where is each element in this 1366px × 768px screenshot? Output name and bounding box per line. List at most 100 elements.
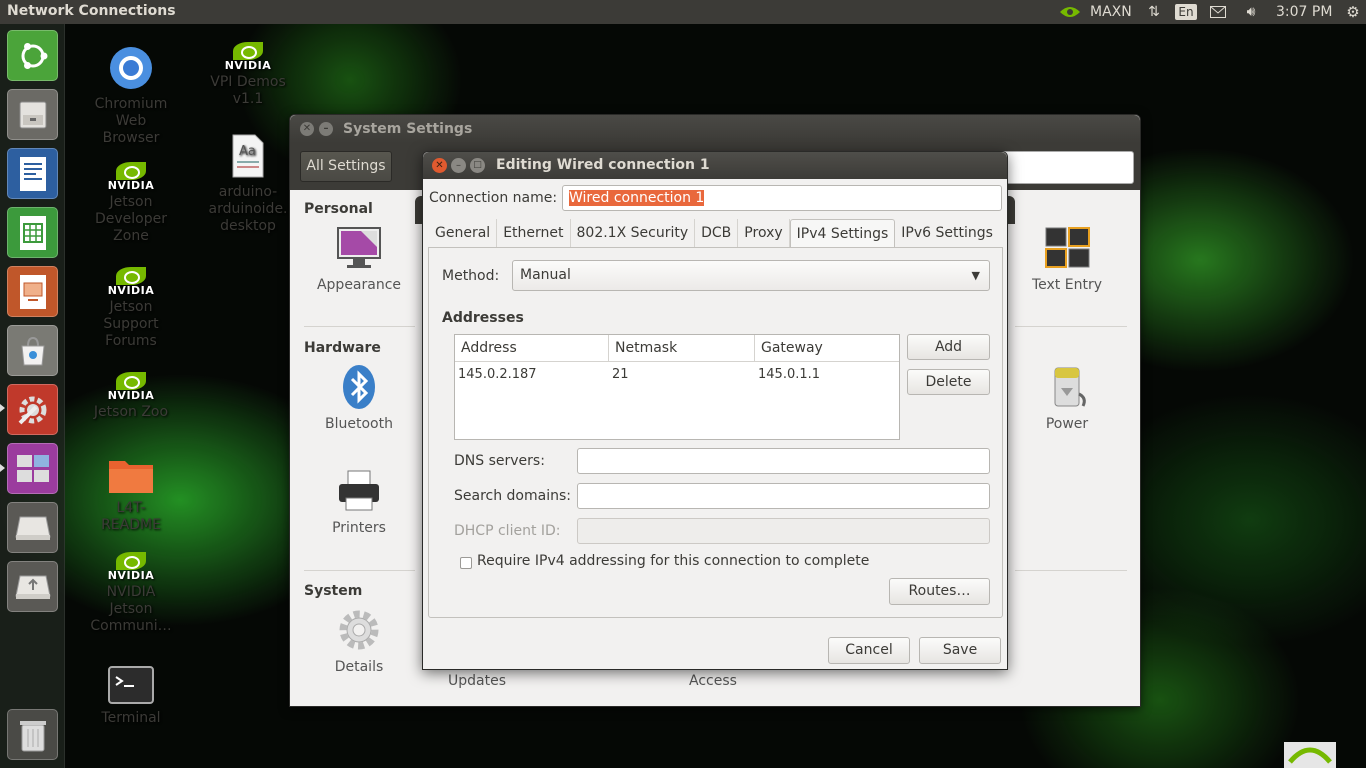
details-gear-icon — [309, 607, 409, 653]
column-header-netmask[interactable]: Netmask — [609, 335, 755, 362]
close-icon[interactable]: ✕ — [432, 158, 447, 173]
desktop-icon-arduino-desktop[interactable]: Aa arduino- arduinoide. desktop — [198, 133, 298, 235]
files-icon[interactable] — [7, 89, 58, 140]
cancel-button[interactable]: Cancel — [828, 637, 910, 664]
libreoffice-writer-icon[interactable] — [7, 148, 58, 199]
search-domains-label: Search domains: — [454, 488, 571, 504]
desktop-icon-jetson-zoo[interactable]: NVIDIA Jetson Zoo — [81, 372, 181, 421]
settings-item-label: Printers — [332, 520, 386, 536]
cell-netmask[interactable]: 21 — [609, 362, 755, 388]
tab-dcb[interactable]: DCB — [695, 219, 739, 247]
settings-item-bluetooth[interactable]: Bluetooth — [309, 364, 409, 432]
desktop-icon-jetson-developer-zone[interactable]: NVIDIA Jetson Developer Zone — [81, 162, 181, 245]
session-gear-icon[interactable]: ⚙ — [1343, 0, 1363, 24]
nvidia-logo-icon: NVIDIA — [81, 162, 181, 192]
desktop-icon-vpi-demos[interactable]: NVIDIA VPI Demos v1.1 — [198, 42, 298, 108]
connection-name-input[interactable]: Wired connection 1 — [562, 185, 1002, 211]
svg-text:Aa: Aa — [239, 144, 256, 159]
all-settings-button[interactable]: All Settings — [300, 151, 392, 182]
tab-general[interactable]: General — [429, 219, 498, 247]
desktop-icon-jetson-support-forums[interactable]: NVIDIA Jetson Support Forums — [81, 267, 181, 350]
column-header-gateway[interactable]: Gateway — [755, 335, 899, 362]
desktop-icon-label: arduinoide. — [208, 201, 288, 217]
trash-icon[interactable] — [7, 709, 58, 760]
settings-tabs: General Ethernet 802.1X Security DCB Pro… — [429, 219, 999, 247]
search-domains-input[interactable] — [577, 483, 990, 509]
desktop-icon-label: Browser — [102, 130, 160, 146]
keyboard-layout-label: En — [1175, 4, 1197, 20]
libreoffice-impress-icon[interactable] — [7, 266, 58, 317]
settings-item-text-entry[interactable]: Text Entry — [1017, 225, 1117, 293]
desktop-icon-label: Developer — [94, 211, 167, 227]
dialog-titlebar[interactable]: ✕ – □ Editing Wired connection 1 — [423, 152, 1007, 179]
desktop-icon-label: Forums — [105, 333, 157, 349]
system-settings-launcher-icon[interactable] — [7, 384, 58, 435]
wallpaper-nvidia-logo — [1284, 742, 1336, 768]
maximize-icon[interactable]: □ — [470, 158, 485, 173]
dhcp-client-id-input — [577, 518, 990, 544]
tab-ipv6-settings[interactable]: IPv6 Settings — [895, 219, 999, 247]
dialog-title: Editing Wired connection 1 — [496, 157, 710, 173]
add-address-button[interactable]: Add — [907, 334, 990, 360]
cell-address[interactable]: 145.0.2.187 — [455, 362, 609, 388]
desktop-icon-label: Support — [103, 316, 159, 332]
require-ipv4-label[interactable]: Require IPv4 addressing for this connect… — [477, 553, 869, 569]
ubuntu-software-icon[interactable] — [7, 325, 58, 376]
desktop-icon-nvidia-jetson-community[interactable]: NVIDIA NVIDIA Jetson Communi… — [81, 552, 181, 635]
running-indicator — [0, 404, 5, 412]
desktop-icon-label: Web — [115, 113, 147, 129]
system-settings-titlebar[interactable]: ✕ – System Settings — [290, 115, 1140, 143]
desktop-icon-label: v1.1 — [232, 91, 264, 107]
tab-8021x-security[interactable]: 802.1X Security — [571, 219, 696, 247]
minimize-icon[interactable]: – — [451, 158, 466, 173]
close-icon[interactable]: ✕ — [300, 122, 314, 136]
bluetooth-icon — [309, 364, 409, 410]
desktop-icon-label: NVIDIA — [106, 584, 156, 600]
settings-item-printers[interactable]: Printers — [309, 468, 409, 536]
network-updown-icon[interactable]: ⇅ — [1146, 0, 1162, 24]
printer-icon — [309, 468, 409, 514]
method-value: Manual — [520, 267, 571, 283]
nvidia-indicator-icon[interactable] — [1057, 0, 1083, 24]
tab-ipv4-settings[interactable]: IPv4 Settings — [789, 219, 896, 247]
routes-button[interactable]: Routes… — [889, 578, 990, 605]
desktop-icon-terminal[interactable]: Terminal — [81, 665, 181, 727]
desktop-icon-l4t-readme[interactable]: L4T- README — [81, 455, 181, 534]
cell-gateway[interactable]: 145.0.1.1 — [755, 362, 899, 388]
desktop-icon-chromium[interactable]: Chromium Web Browser — [81, 45, 181, 147]
desktop-icon-label: Jetson Zoo — [93, 404, 169, 420]
settings-item-details[interactable]: Details — [309, 607, 409, 675]
libreoffice-calc-icon[interactable] — [7, 207, 58, 258]
terminal-icon — [108, 666, 154, 704]
nvidia-logo-icon: NVIDIA — [198, 42, 298, 72]
column-header-address[interactable]: Address — [455, 335, 609, 362]
delete-address-button[interactable]: Delete — [907, 369, 990, 395]
nvidia-logo-icon: NVIDIA — [81, 267, 181, 297]
settings-item-access-label[interactable]: Access — [663, 673, 763, 689]
volume-icon[interactable]: 🔊︎ — [1240, 0, 1262, 24]
usb-drive-icon[interactable] — [7, 561, 58, 612]
launcher — [0, 24, 65, 768]
appearance-icon — [309, 225, 409, 271]
settings-item-appearance[interactable]: Appearance — [309, 225, 409, 293]
dns-servers-input[interactable] — [577, 448, 990, 474]
method-select[interactable]: Manual ▼ — [512, 260, 990, 291]
running-indicator — [0, 464, 5, 472]
settings-item-updates-label[interactable]: Updates — [427, 673, 527, 689]
require-ipv4-checkbox[interactable] — [460, 557, 472, 569]
tab-ethernet[interactable]: Ethernet — [497, 219, 571, 247]
table-row[interactable]: 145.0.2.187 21 145.0.1.1 — [455, 362, 899, 388]
addresses-table[interactable]: Address Netmask Gateway 145.0.2.187 21 1… — [454, 334, 900, 440]
dropdown-arrow-icon: ▼ — [971, 269, 980, 282]
clock[interactable]: 3:07 PM — [1276, 0, 1332, 24]
workspace-switcher-icon[interactable] — [7, 443, 58, 494]
power-mode-indicator[interactable]: MAXN — [1090, 0, 1132, 24]
tab-proxy[interactable]: Proxy — [738, 219, 790, 247]
keyboard-layout-indicator[interactable]: En — [1175, 0, 1197, 24]
drive-icon[interactable] — [7, 502, 58, 553]
mail-icon[interactable] — [1209, 0, 1227, 24]
save-button[interactable]: Save — [919, 637, 1001, 664]
settings-item-power[interactable]: Power — [1017, 364, 1117, 432]
minimize-icon[interactable]: – — [319, 122, 333, 136]
ubuntu-dash-icon[interactable] — [7, 30, 58, 81]
